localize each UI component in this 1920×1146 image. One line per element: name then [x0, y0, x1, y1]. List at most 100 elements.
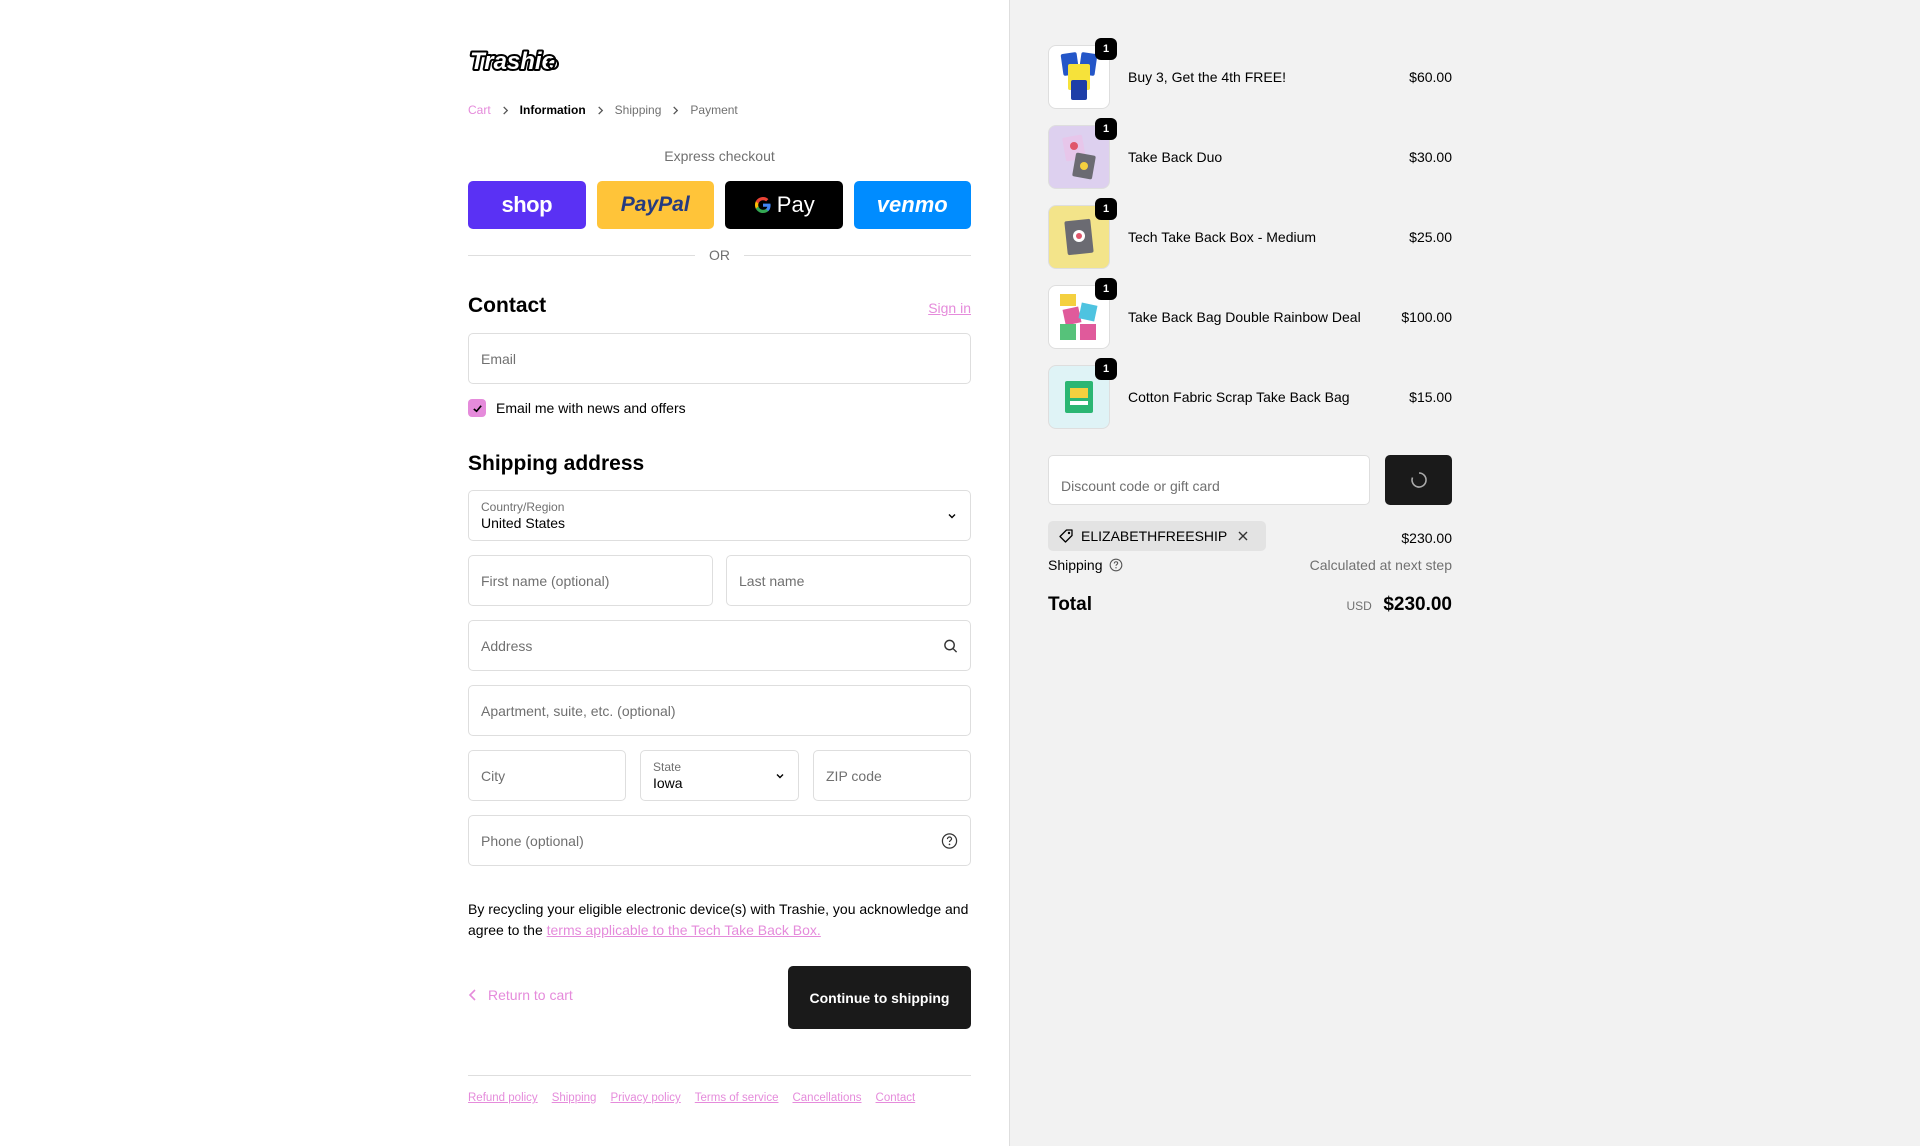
remove-discount-icon[interactable] [1237, 530, 1256, 542]
phone-field[interactable]: Phone (optional) [468, 815, 971, 866]
terms-link[interactable]: terms applicable to the Tech Take Back B… [547, 922, 821, 938]
footer-link-privacy[interactable]: Privacy policy [610, 1092, 680, 1104]
product-image [1060, 52, 1098, 100]
total-amount: $230.00 [1383, 594, 1452, 615]
help-icon[interactable] [941, 832, 958, 849]
breadcrumb-cart[interactable]: Cart [468, 103, 491, 117]
country-select[interactable]: Country/Region United States [468, 490, 971, 541]
shipping-value: Calculated at next step [1309, 557, 1452, 573]
country-label: Country/Region [481, 499, 565, 514]
loading-spinner-icon [1410, 472, 1427, 488]
item-name: Take Back Bag Double Rainbow Deal [1128, 309, 1361, 325]
trashie-logo[interactable]: Trashie Trashie [468, 44, 560, 78]
google-g-icon [753, 195, 773, 215]
tag-icon [1059, 529, 1073, 543]
help-icon[interactable] [1109, 558, 1123, 572]
breadcrumb-shipping: Shipping [614, 103, 662, 117]
chevron-left-icon [468, 989, 476, 1001]
apply-discount-button[interactable] [1385, 455, 1452, 505]
line-item: 1 Take Back Bag Double Rainbow Deal $100… [1048, 278, 1452, 349]
quantity-badge: 1 [1095, 198, 1117, 220]
first-name-placeholder: First name (optional) [481, 572, 610, 589]
address-placeholder: Address [481, 637, 533, 654]
apartment-field[interactable]: Apartment, suite, etc. (optional) [468, 685, 971, 736]
state-value: Iowa [653, 774, 683, 791]
chevron-right-icon [673, 105, 679, 115]
discount-code-input[interactable]: Discount code or gift card [1048, 455, 1370, 505]
return-label: Return to cart [488, 987, 573, 1003]
item-price: $25.00 [1409, 229, 1452, 245]
shipping-label: Shipping [1048, 557, 1103, 573]
return-to-cart-link[interactable]: Return to cart [468, 987, 573, 1003]
venmo-label: venmo [876, 192, 948, 217]
shop-pay-button[interactable]: shop [468, 181, 586, 229]
footer-link-contact[interactable]: Contact [876, 1092, 916, 1104]
footer-link-refund[interactable]: Refund policy [468, 1092, 538, 1104]
chevron-down-icon [774, 770, 786, 782]
total-label: Total [1048, 594, 1092, 615]
product-thumbnail: 1 [1048, 278, 1117, 349]
newsletter-checkbox[interactable] [468, 399, 486, 417]
item-name: Take Back Duo [1128, 149, 1223, 165]
quantity-badge: 1 [1095, 38, 1117, 60]
search-icon [943, 638, 958, 653]
subtotal-value: $230.00 [1401, 530, 1452, 546]
zip-field[interactable]: ZIP code [813, 750, 971, 801]
city-placeholder: City [481, 767, 506, 784]
item-price: $15.00 [1409, 389, 1452, 405]
product-thumbnail: 1 [1048, 198, 1117, 269]
product-thumbnail: 1 [1048, 38, 1117, 109]
last-name-placeholder: Last name [739, 572, 805, 589]
google-pay-label: Pay [776, 192, 815, 217]
footer-link-terms[interactable]: Terms of service [695, 1092, 779, 1104]
last-name-field[interactable]: Last name [726, 555, 971, 606]
checkmark-icon [472, 404, 482, 412]
line-item: 1 Take Back Duo $30.00 [1048, 118, 1452, 189]
express-checkout-buttons: shop PayPal Pay venmo [468, 181, 971, 229]
footer-links: Refund policy Shipping Privacy policy Te… [468, 1092, 915, 1104]
country-value: United States [481, 514, 566, 531]
svg-text:Trashie: Trashie [470, 48, 555, 75]
item-name: Tech Take Back Box - Medium [1128, 229, 1317, 245]
city-field[interactable]: City [468, 750, 626, 801]
product-thumbnail: 1 [1048, 118, 1117, 189]
applied-discount-chip: ELIZABETHFREESHIP [1048, 521, 1267, 551]
line-item: 1 Cotton Fabric Scrap Take Back Bag $15.… [1048, 358, 1452, 429]
first-name-field[interactable]: First name (optional) [468, 555, 713, 606]
venmo-button[interactable]: venmo [853, 181, 971, 229]
breadcrumb: Cart Information Shipping Payment [468, 103, 738, 117]
or-label: OR [709, 247, 730, 263]
google-pay-button[interactable]: Pay [725, 181, 843, 229]
item-price: $30.00 [1409, 149, 1452, 165]
product-thumbnail: 1 [1048, 358, 1117, 429]
line-item: 1 Tech Take Back Box - Medium $25.00 [1048, 198, 1452, 269]
sign-in-link[interactable]: Sign in [928, 300, 971, 316]
contact-title: Contact [468, 294, 547, 317]
footer-link-shipping[interactable]: Shipping [552, 1092, 597, 1104]
product-image [1065, 381, 1093, 413]
total-summary: Total USD $230.00 [1048, 594, 1452, 616]
quantity-badge: 1 [1095, 358, 1117, 380]
state-label: State [653, 759, 682, 774]
chevron-right-icon [597, 105, 603, 115]
currency-code: USD [1346, 599, 1372, 613]
footer-link-cancellations[interactable]: Cancellations [792, 1092, 861, 1104]
quantity-badge: 1 [1095, 118, 1117, 140]
shipping-address-title: Shipping address [468, 452, 645, 475]
newsletter-option[interactable]: Email me with news and offers [468, 399, 686, 417]
address-field[interactable]: Address [468, 620, 971, 671]
email-placeholder: Email [481, 350, 517, 367]
paypal-button[interactable]: PayPal [596, 181, 714, 229]
email-field[interactable]: Email [468, 333, 971, 384]
state-select[interactable]: State Iowa [640, 750, 799, 801]
apartment-placeholder: Apartment, suite, etc. (optional) [481, 702, 676, 719]
quantity-badge: 1 [1095, 278, 1117, 300]
discount-placeholder: Discount code or gift card [1061, 478, 1220, 494]
continue-to-shipping-button[interactable]: Continue to shipping [788, 966, 971, 1029]
shop-pay-label: shop [501, 192, 553, 217]
breadcrumb-payment: Payment [690, 103, 738, 117]
item-name: Cotton Fabric Scrap Take Back Bag [1128, 389, 1350, 405]
chevron-down-icon [946, 510, 958, 522]
phone-placeholder: Phone (optional) [481, 832, 584, 849]
zip-placeholder: ZIP code [826, 767, 882, 784]
